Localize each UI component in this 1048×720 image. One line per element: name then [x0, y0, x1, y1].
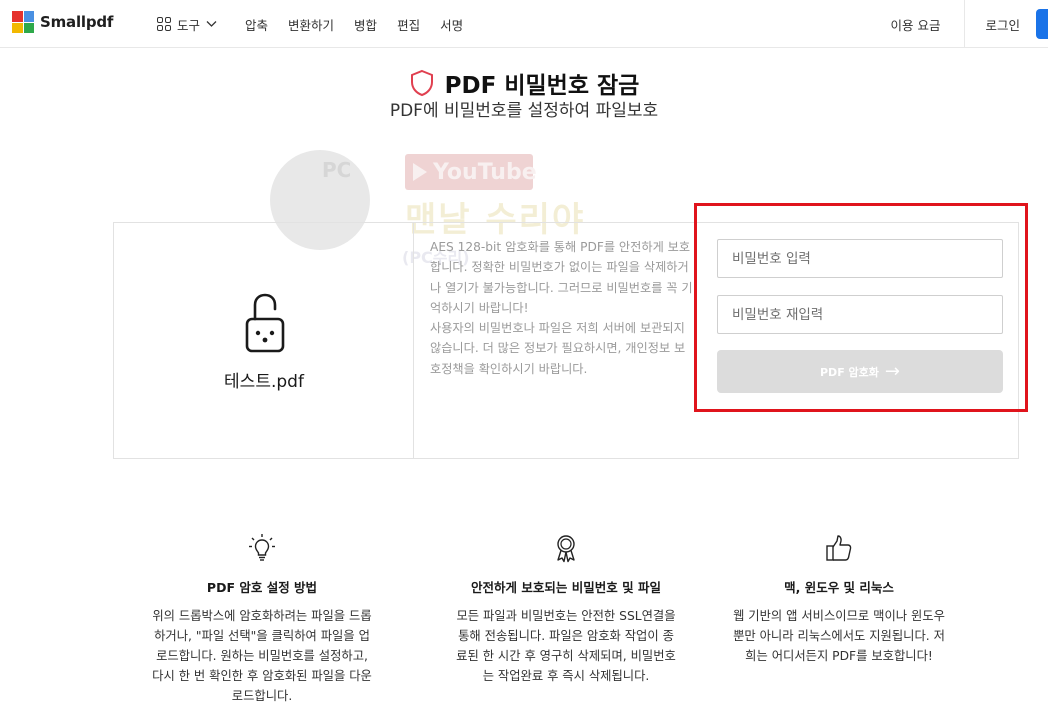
nav-item-convert[interactable]: 변환하기 — [288, 15, 334, 34]
security-description: AES 128-bit 암호화를 통해 PDF를 안전하게 보호합니다. 정확한… — [430, 237, 696, 379]
page-subtitle: PDF에 비밀번호를 설정하여 파일보호 — [389, 101, 659, 121]
tools-menu[interactable]: 도구 — [157, 15, 217, 34]
smallpdf-logo-icon — [12, 11, 34, 33]
watermark-youtube-badge: YouTube — [405, 154, 537, 190]
feature-description: 웹 기반의 앱 서비스이므로 맥이나 윈도우뿐만 아니라 리눅스에서도 지원됩니… — [733, 609, 945, 663]
logo-text: Smallpdf — [40, 13, 114, 31]
watermark-circle-text: PC — [322, 158, 352, 182]
tools-menu-label: 도구 — [177, 17, 201, 33]
feature-description: 위의 드롭박스에 암호화하려는 파일을 드롭하거나, "파일 선택"을 클릭하여… — [152, 609, 372, 703]
shield-icon — [410, 69, 433, 97]
grid-icon — [157, 17, 171, 31]
chevron-down-icon — [206, 21, 217, 27]
play-icon — [413, 163, 427, 181]
description-paragraph: 사용자의 비밀번호나 파일은 저희 서버에 보관되지 않습니다. 더 많은 정보… — [430, 321, 686, 376]
feature-how-to: PDF 암호 설정 방법 위의 드롭박스에 암호화하려는 파일을 드롭하거나, … — [132, 533, 392, 706]
unlocked-file-icon — [245, 293, 285, 353]
title-row: PDF 비밀번호 잠금 — [0, 66, 1048, 100]
main-nav: 도구 압축 변환하기 병합 편집 서명 — [157, 0, 483, 48]
arrow-right-icon: → — [884, 361, 900, 382]
encrypt-button-label: PDF 암호화 — [820, 365, 879, 379]
login-link[interactable]: 로그인 — [985, 15, 1020, 34]
file-name: 테스트.pdf — [224, 372, 304, 392]
logo[interactable]: Smallpdf — [12, 11, 113, 33]
feature-title: 맥, 윈도우 및 리눅스 — [784, 580, 894, 595]
protect-panel: 테스트.pdf AES 128-bit 암호화를 통해 PDF를 안전하게 보호… — [113, 222, 1019, 459]
award-icon — [557, 535, 575, 563]
password-confirm-input[interactable] — [717, 295, 1003, 334]
feature-platforms: 맥, 윈도우 및 리눅스 웹 기반의 앱 서비스이므로 맥이나 윈도우뿐만 아니… — [709, 533, 969, 666]
password-input[interactable] — [717, 239, 1003, 278]
nav-item-edit[interactable]: 편집 — [397, 15, 420, 34]
description-paragraph: AES 128-bit 암호화를 통해 PDF를 안전하게 보호합니다. 정확한… — [430, 240, 693, 315]
feature-description: 모든 파일과 비밀번호는 안전한 SSL연결을 통해 전송됩니다. 파일은 암호… — [456, 609, 676, 683]
signup-button[interactable] — [1036, 9, 1048, 39]
feature-title: PDF 암호 설정 방법 — [206, 580, 318, 595]
top-header: Smallpdf 도구 압축 변환하기 병합 편집 서명 이용 요금 로그인 — [0, 0, 1048, 48]
watermark-youtube-text: YouTube — [433, 159, 537, 185]
feature-security: 안전하게 보호되는 비밀번호 및 파일 모든 파일과 비밀번호는 안전한 SSL… — [436, 533, 696, 686]
page-title: PDF 비밀번호 잠금 — [444, 73, 640, 99]
header-divider — [964, 0, 966, 48]
encrypt-pdf-button[interactable]: PDF 암호화 → — [717, 350, 1003, 393]
lightbulb-icon — [249, 534, 275, 561]
file-preview[interactable]: 테스트.pdf — [114, 223, 414, 458]
nav-item-merge[interactable]: 병합 — [354, 15, 377, 34]
nav-item-compress[interactable]: 압축 — [245, 15, 268, 34]
header-actions: 이용 요금 로그인 — [891, 0, 1048, 48]
thumbs-up-icon — [826, 535, 852, 561]
pricing-link[interactable]: 이용 요금 — [891, 15, 941, 34]
nav-item-sign[interactable]: 서명 — [440, 15, 463, 34]
feature-title: 안전하게 보호되는 비밀번호 및 파일 — [471, 580, 661, 595]
